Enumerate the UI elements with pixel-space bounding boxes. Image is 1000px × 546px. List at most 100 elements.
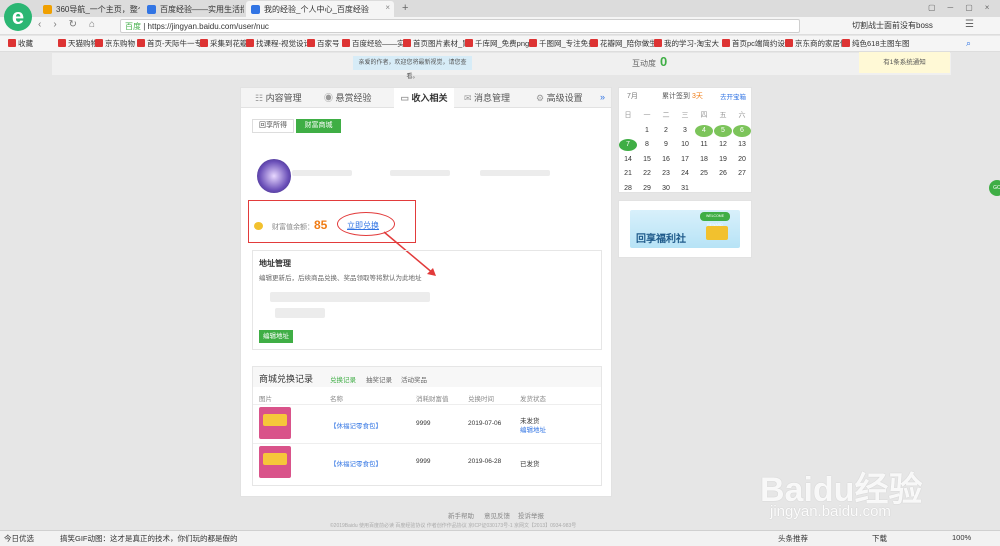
calendar-day[interactable]: 3 [676,125,694,137]
nav-more-icon[interactable]: » [600,92,605,102]
bookmark-item[interactable]: 京东商的家居促 [785,38,848,50]
footer-report[interactable]: 投诉举报 [518,510,544,520]
calendar-day[interactable]: 26 [714,168,732,180]
nav-settings[interactable]: ⚙ 高级设置 [536,88,596,108]
calendar-day[interactable]: 29 [638,183,656,195]
bookmark-item[interactable]: 千库网_免费png [465,38,529,50]
bookmark-icon [785,39,793,47]
calendar-day[interactable]: 25 [695,168,713,180]
tab-my-experience[interactable]: 我的经验_个人中心_百度经验 × [246,1,394,17]
user-info-blurred [390,170,450,176]
interaction-value: 0 [660,54,668,69]
subtab-shared-income[interactable]: 回享所得 [252,119,294,133]
bookmark-label: 百度经验——实 [352,39,405,48]
url-input[interactable]: 百度 | https://jingyan.baidu.com/user/nuc [120,19,800,33]
records-tab-lottery[interactable]: 抽奖记录 [366,374,392,384]
calendar-day[interactable]: 7 [619,139,637,151]
bookmark-item[interactable]: 千图网_专注免费 [529,38,596,50]
today-picks[interactable]: 今日优选 [4,533,34,544]
calendar-day[interactable]: 9 [657,139,675,151]
footer-help[interactable]: 新手帮助 [448,510,474,520]
footer-feedback[interactable]: 意见反馈 [484,510,510,520]
browser-logo[interactable]: e [4,3,32,31]
col-status: 发货状态 [520,396,546,403]
calendar-day[interactable]: 11 [695,139,713,151]
product-image[interactable] [259,407,291,439]
download-button[interactable]: 下载 [872,533,887,544]
records-tab-exchange[interactable]: 兑换记录 [330,374,356,384]
row-edit-address-link[interactable]: 编辑地址 [520,424,546,434]
bookmark-item[interactable]: 京东购物 [95,38,135,50]
calendar-day[interactable]: 31 [676,183,694,195]
subtab-wealth-mall[interactable]: 财富商城 [296,119,341,133]
calendar-day[interactable]: 27 [733,168,751,180]
bookmark-item[interactable]: 我的学习-淘宝大 [654,38,719,50]
close-icon[interactable]: × [385,3,390,12]
calendar-day[interactable]: 5 [714,124,732,137]
menu-icon[interactable]: ☰ [965,19,974,30]
bookmark-item[interactable]: 纯色618主图车图 [842,38,910,50]
banner-sub: WELCOME REWARD [700,212,730,227]
calendar-day[interactable]: 14 [619,154,637,166]
bookmark-item[interactable]: 花瓣网_陪你做生 [590,38,657,50]
nav-content[interactable]: ☷ 内容管理 [255,88,320,108]
calendar-day[interactable]: 19 [714,154,732,166]
bookmark-icon [529,39,537,47]
calendar-day[interactable]: 4 [695,124,713,137]
calendar-day[interactable]: 23 [657,168,675,180]
window-controls[interactable]: ▢─▢× [928,3,1000,12]
calendar-day[interactable]: 12 [714,139,732,151]
author-notice[interactable]: 亲爱的作者，欢迎您将最新视觉，请您查看。 [353,56,472,80]
calendar-day[interactable]: 10 [676,139,694,151]
row-status: 已发货 [520,461,540,468]
tab-baidu-jingyan[interactable]: 百度经验——实用生活指南 [142,1,244,17]
bookmark-item[interactable]: 天猫购物 [58,38,98,50]
bookmark-label: 天猫购物 [68,39,98,48]
calendar-day[interactable]: 2 [657,125,675,137]
calendar-day[interactable]: 20 [733,154,751,166]
bookmark-item[interactable]: 采集到花瓣 [200,38,248,50]
bookmark-item[interactable]: 百家号 [307,38,340,50]
nav-income[interactable]: ▭ 收入相关 [394,88,454,108]
search-hint[interactable]: 切割战士面前没有boss [852,20,933,31]
zoom-level[interactable]: 100% [952,533,971,542]
calendar-day[interactable]: 17 [676,154,694,166]
nav-buttons[interactable]: ‹›↻⌂ [38,19,107,30]
calendar-day[interactable]: 13 [733,139,751,151]
system-notice[interactable]: 有1条系统通知 [859,52,950,73]
calendar-day[interactable]: 18 [695,154,713,166]
product-image[interactable] [259,446,291,478]
bookmark-item[interactable]: 首页图片素材_胃 [403,38,470,50]
product-name-link[interactable]: 【休福记零食包】 [330,458,382,468]
search-icon[interactable]: ⌕ [966,38,971,49]
calendar-day[interactable]: 28 [619,183,637,195]
edit-address-button[interactable]: 编辑地址 [259,330,293,343]
calendar-day[interactable]: 30 [657,183,675,195]
bookmark-item[interactable]: 百度经验——实 [342,38,405,50]
tab-360[interactable]: 360导航_一个主页，整个世界 [38,1,140,17]
calendar-day[interactable]: 8 [638,139,656,151]
new-tab-icon[interactable]: + [402,2,408,14]
float-badge-icon[interactable]: GO [989,180,1000,196]
nav-messages[interactable]: ✉ 消息管理 [464,88,529,108]
calendar-day[interactable]: 22 [638,168,656,180]
calendar-day[interactable]: 15 [638,154,656,166]
calendar-day[interactable]: 1 [638,125,656,137]
treasure-link[interactable]: 去开宝箱 [720,91,746,101]
bookmark-item[interactable]: 首页-天际牛一专 [137,38,202,50]
bookmark-item[interactable]: 收藏 [8,38,33,50]
redeem-link[interactable]: 立即兑换 [347,220,379,231]
tab-label: 百度经验——实用生活指南 [160,5,244,14]
headline-recommend[interactable]: 头条推荐 [778,533,808,544]
bookmark-item[interactable]: 首页pc端简约设 [722,38,785,50]
calendar-day[interactable]: 24 [676,168,694,180]
bookmark-item[interactable]: 找课程-视觉设计 [246,38,311,50]
nav-reward[interactable]: ◉ 悬赏经验 [324,88,389,108]
calendar-day[interactable]: 16 [657,154,675,166]
calendar-day[interactable]: 6 [733,124,751,137]
product-name-link[interactable]: 【休福记零食包】 [330,420,382,430]
news-ticker[interactable]: 搞笑GIF动图：这才是真正的技术，你们玩的都是假的 [60,533,238,544]
calendar-day[interactable]: 21 [619,168,637,180]
records-tab-prizes[interactable]: 活动奖品 [401,374,427,384]
avatar[interactable] [257,159,291,193]
